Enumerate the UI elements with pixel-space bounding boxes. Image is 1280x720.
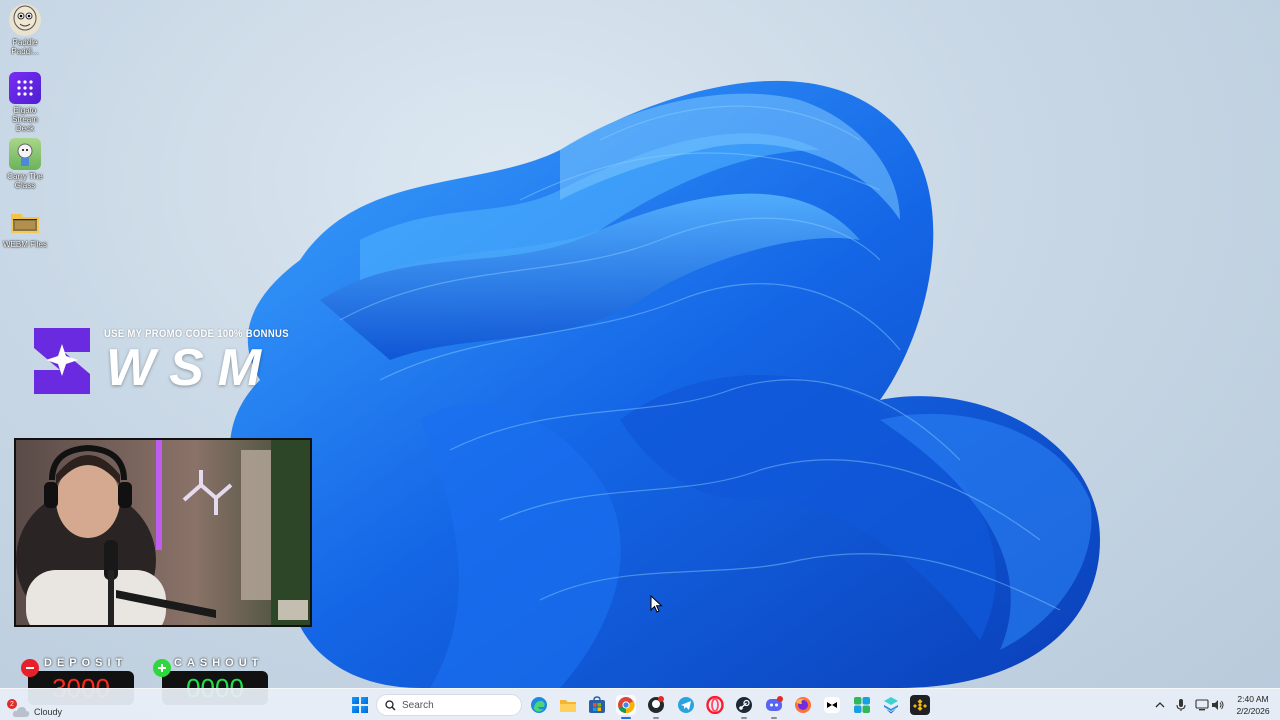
taskbar: 2 Cloudy Search 2:40 AM 2/2/2026 <box>0 688 1280 720</box>
desktop-icon-stream-deck[interactable]: Elgato Stream Deck <box>2 72 48 133</box>
paddle-character-icon <box>9 4 41 36</box>
desktop-icon-paddle[interactable]: Paddle Paddl... <box>2 4 48 56</box>
capcut-icon <box>824 697 840 713</box>
discord-icon <box>766 696 783 711</box>
file-explorer-icon <box>560 700 576 712</box>
taskbar-clock[interactable]: 2:40 AM 2/2/2026 <box>1234 693 1272 717</box>
taskbar-app-github[interactable] <box>646 695 666 719</box>
desktop-icon-carry-the-glass[interactable]: Carry The Glass <box>2 138 48 190</box>
edge-icon <box>531 697 547 713</box>
chevron-up-icon[interactable] <box>1153 698 1167 712</box>
taskbar-app-edge[interactable] <box>529 695 549 715</box>
carry-the-glass-icon <box>9 138 41 170</box>
promo-brand: WSM <box>106 339 276 397</box>
volume-icon[interactable] <box>1211 698 1225 712</box>
weather-widget[interactable]: 2 Cloudy <box>7 693 63 717</box>
taskbar-app-discord[interactable] <box>764 695 784 719</box>
minus-icon <box>21 659 39 677</box>
wsm-logo-icon <box>34 328 90 394</box>
search-icon <box>385 699 396 710</box>
weather-text: Cloudy <box>34 707 63 717</box>
taskbar-app-firefox[interactable] <box>793 695 813 715</box>
folder-icon <box>9 206 41 238</box>
taskbar-app-file-explorer[interactable] <box>558 695 578 715</box>
start-button[interactable] <box>352 697 368 713</box>
weather-badge: 2 <box>7 699 17 709</box>
desktop-icon-label: WEBM Files <box>3 240 47 249</box>
desktop-icon-label: Elgato Stream Deck <box>12 106 38 133</box>
taskbar-app-binance[interactable] <box>910 695 930 715</box>
desktop-icon-webm-files[interactable]: WEBM Files <box>2 206 48 249</box>
microsoft-store-icon <box>589 696 605 713</box>
webcam-feed <box>14 438 312 627</box>
deposit-label: DEPOSIT <box>44 657 128 669</box>
promo-banner: USE MY PROMO CODE 100% BONNUS WSM <box>28 322 289 402</box>
clock-date: 2/2/2026 <box>1236 706 1270 716</box>
taskbar-app-opera[interactable] <box>705 695 725 715</box>
streamer-camera-image <box>16 440 310 625</box>
taskbar-app-store[interactable] <box>587 695 607 715</box>
opera-icon <box>706 696 724 714</box>
telegram-icon <box>678 697 694 713</box>
taskbar-search[interactable]: Search <box>376 694 522 716</box>
mouse-cursor-icon <box>650 595 663 613</box>
taskbar-app-layers[interactable] <box>881 695 901 715</box>
taskbar-app-photos[interactable] <box>852 695 872 715</box>
cashout-label: CASHOUT <box>174 657 264 669</box>
stream-deck-icon <box>9 72 41 104</box>
github-desktop-icon <box>648 696 664 713</box>
binance-icon <box>913 699 927 711</box>
desktop-icon-label: Paddle Paddl... <box>11 38 39 56</box>
photo-app-icon <box>854 697 870 713</box>
firefox-icon <box>795 697 811 713</box>
taskbar-app-telegram[interactable] <box>676 695 696 715</box>
cloud-icon: 2 <box>7 699 30 717</box>
taskbar-app-capcut[interactable] <box>822 695 842 715</box>
plus-icon <box>153 659 171 677</box>
layers-app-icon <box>884 697 898 714</box>
desktop-icon-label: Carry The Glass <box>7 172 43 190</box>
taskbar-app-steam[interactable] <box>734 695 754 719</box>
taskbar-app-chrome[interactable] <box>616 695 636 719</box>
search-placeholder: Search <box>402 699 434 711</box>
chrome-icon <box>618 697 635 714</box>
microphone-icon[interactable] <box>1174 698 1188 712</box>
steam-icon <box>736 697 752 713</box>
clock-time: 2:40 AM <box>1237 694 1269 704</box>
network-icon[interactable] <box>1195 698 1209 712</box>
